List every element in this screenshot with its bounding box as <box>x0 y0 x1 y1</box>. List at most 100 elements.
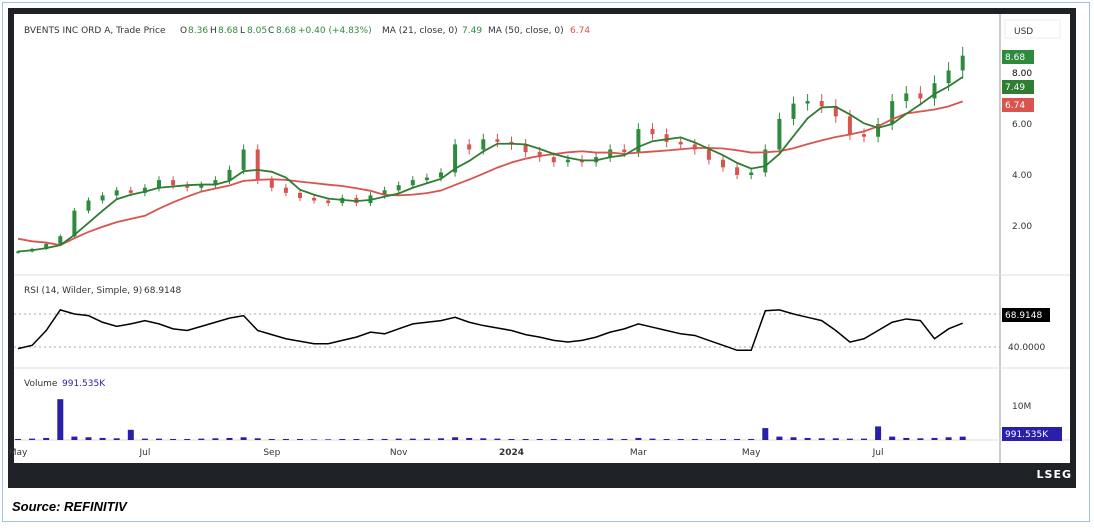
volume-bar <box>226 437 233 440</box>
volume-bar <box>57 399 64 440</box>
ma50-value: 6.74 <box>570 26 590 36</box>
candle-body <box>904 93 909 102</box>
low-value: 8.05 <box>247 26 267 36</box>
volume-bar <box>367 438 374 440</box>
candle-body <box>100 195 105 201</box>
volume-bar <box>861 438 867 440</box>
volume-bar <box>550 438 557 440</box>
volume-bar <box>564 438 571 440</box>
volume-bar <box>381 438 388 440</box>
candle-body <box>777 118 782 150</box>
high-label: H <box>210 26 217 36</box>
volume-bar <box>508 438 515 440</box>
change-value: +0.40 (+4.83%) <box>298 26 372 36</box>
volume-bar <box>353 438 360 440</box>
volume-bar <box>875 426 882 440</box>
price-tick-label: 2.00 <box>1012 222 1032 232</box>
rsi-line <box>17 309 963 352</box>
volume-bar <box>438 438 444 440</box>
candle-body <box>227 169 232 181</box>
close-label: C <box>268 26 274 36</box>
legend-header: BVENTS INC ORD A, Trade Price O 8.36 H 8… <box>24 26 590 36</box>
x-tick-label: Sep <box>263 448 280 458</box>
volume-bar <box>15 438 21 440</box>
volume-bar <box>99 437 106 440</box>
last-price-badge-text: 8.68 <box>1005 53 1025 63</box>
ma21-value: 7.49 <box>462 26 482 36</box>
volume-bar <box>945 437 952 440</box>
candle-body <box>622 149 627 153</box>
candle-body <box>664 134 669 142</box>
candle-body <box>650 129 655 135</box>
close-value: 8.68 <box>276 26 296 36</box>
volume-bar <box>156 438 162 440</box>
candle-body <box>128 190 133 193</box>
ma21-badge-text: 7.49 <box>1005 83 1025 93</box>
candle-body <box>171 180 176 186</box>
volume-bar <box>607 438 614 440</box>
candle-body <box>467 144 472 150</box>
volume-bar <box>198 438 205 440</box>
volume-tick-label: 10M <box>1012 402 1031 412</box>
volume-bar <box>762 428 769 440</box>
volume-bar <box>297 438 303 440</box>
candle-body <box>565 159 570 163</box>
volume-bar <box>184 438 191 440</box>
candle-body <box>157 180 161 188</box>
candle-body <box>481 139 486 150</box>
volume-bar <box>409 438 416 440</box>
volume-bar <box>804 437 811 440</box>
volume-bar <box>903 437 910 440</box>
volume-bar <box>776 436 783 440</box>
candle-body <box>72 210 77 237</box>
volume-bar <box>734 438 741 440</box>
lseg-logo: LSEG <box>1036 468 1072 481</box>
volume-bar <box>127 429 134 440</box>
ma21-label: MA (21, close, 0) <box>382 26 458 36</box>
candle-body <box>86 200 91 211</box>
candle-body <box>114 190 119 196</box>
high-value: 8.68 <box>218 26 238 36</box>
x-tick-label: Nov <box>390 448 408 458</box>
candle-body <box>326 200 331 204</box>
volume-bar <box>466 437 473 440</box>
volume-bar <box>790 437 797 440</box>
volume-label: Volume <box>24 379 58 389</box>
rsi-legend-value: 68.9148 <box>144 286 181 296</box>
candle-body <box>283 187 288 193</box>
candle-body <box>58 236 63 244</box>
rsi-badge-text: 68.9148 <box>1005 311 1042 321</box>
volume-bar <box>29 438 36 440</box>
x-tick-label: 2024 <box>499 448 524 458</box>
volume-bar <box>931 437 938 440</box>
volume-bar <box>705 438 712 440</box>
stock-chart[interactable]: BVENTS INC ORD A, Trade Price O 8.36 H 8… <box>0 0 1094 528</box>
price-tick-label: 6.00 <box>1012 120 1032 130</box>
volume-bar <box>268 438 275 440</box>
volume-bar <box>170 438 177 440</box>
candle-body <box>706 149 711 160</box>
volume-bar <box>832 438 839 440</box>
candle-body <box>269 180 274 188</box>
price-tick-label: 8.00 <box>1012 69 1032 79</box>
volume-bar <box>423 438 430 440</box>
volume-bar <box>748 438 755 440</box>
x-tick-label: Mar <box>630 448 647 458</box>
candle-body <box>918 93 923 99</box>
volume-bar <box>494 438 501 440</box>
volume-legend-value: 991.535K <box>62 379 106 389</box>
candle-body <box>495 139 500 142</box>
candle-body <box>932 83 937 99</box>
candle-body <box>805 101 810 104</box>
volume-bar <box>635 437 642 440</box>
candle-body <box>862 134 866 137</box>
volume-bar <box>325 439 332 440</box>
candle-body <box>678 141 683 145</box>
ma50-label: MA (50, close, 0) <box>488 26 564 36</box>
volume-bar <box>917 438 924 440</box>
x-tick-label: May <box>742 448 761 458</box>
volume-bar <box>649 438 656 440</box>
candle-body <box>199 185 204 188</box>
candle-body <box>255 149 260 181</box>
candle-body <box>960 55 965 71</box>
